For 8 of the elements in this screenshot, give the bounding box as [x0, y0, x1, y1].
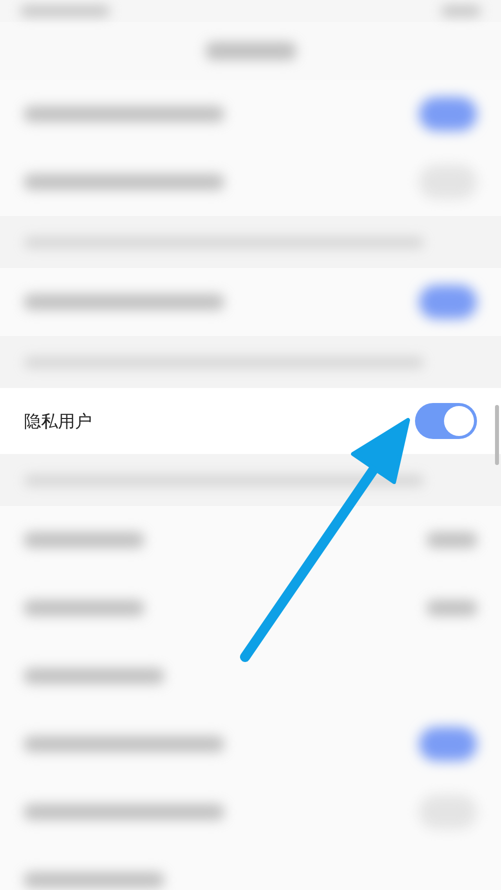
blurred-text: [427, 600, 477, 616]
blurred-text: [427, 532, 477, 548]
toggle-switch[interactable]: [415, 403, 477, 439]
toggle-switch[interactable]: [419, 285, 477, 319]
setting-label: 隐私用户: [24, 410, 92, 432]
scrollbar: [495, 405, 499, 465]
toggle-switch[interactable]: [419, 97, 477, 131]
toggle-switch[interactable]: [419, 727, 477, 761]
